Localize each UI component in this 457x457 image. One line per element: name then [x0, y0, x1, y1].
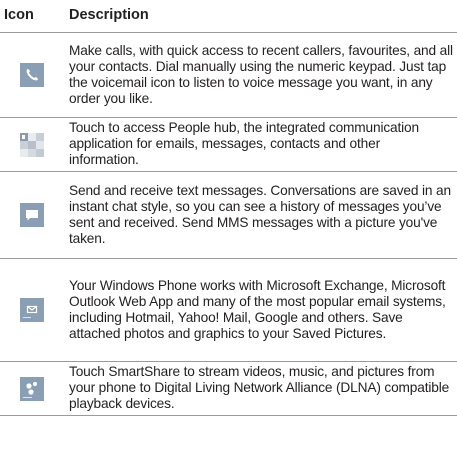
table-row: Send and receive text messages. Conversa…	[0, 171, 457, 259]
row-description: Send and receive text messages. Conversa…	[63, 171, 457, 259]
people-hub-icon	[19, 132, 44, 157]
phone-icon	[19, 63, 44, 87]
icon-description-table: Make calls, with quick access to recent …	[0, 32, 457, 416]
smartshare-icon	[19, 376, 44, 401]
row-description: Make calls, with quick access to recent …	[63, 32, 457, 118]
header-description-label: Description	[69, 7, 149, 23]
header-icon-label: Icon	[4, 7, 34, 23]
table-row: Make calls, with quick access to recent …	[0, 32, 457, 118]
messaging-icon	[19, 203, 44, 227]
row-description: Your Windows Phone works with Microsoft …	[63, 258, 457, 362]
table-row: Touch to access People hub, the integrat…	[0, 117, 457, 172]
email-icon	[19, 298, 44, 322]
row-description: Touch SmartShare to stream videos, music…	[63, 361, 457, 416]
table-header: Icon Description	[0, 7, 457, 27]
table-row: Touch SmartShare to stream videos, music…	[0, 361, 457, 416]
table-row: Your Windows Phone works with Microsoft …	[0, 258, 457, 362]
icon-description-table-page: Icon Description Make calls, with quick …	[0, 0, 457, 457]
row-description: Touch to access People hub, the integrat…	[63, 117, 457, 172]
